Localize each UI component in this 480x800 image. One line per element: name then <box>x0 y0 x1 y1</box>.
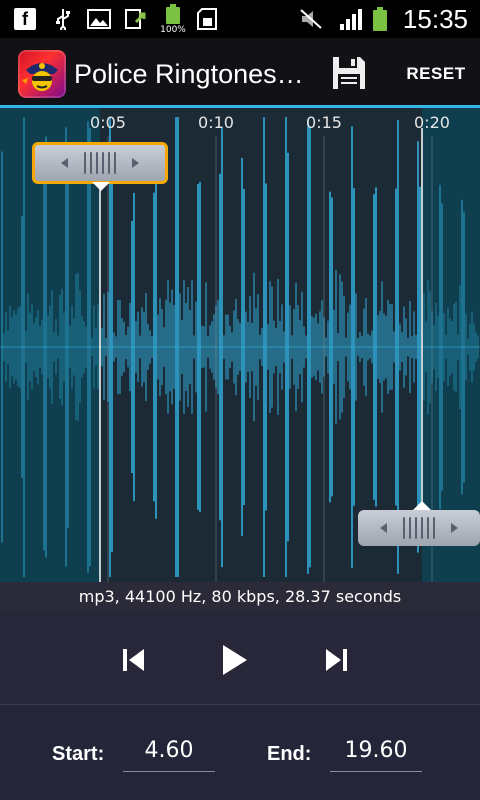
battery-full-icon: 100% <box>160 2 186 36</box>
end-label: End: <box>267 743 312 765</box>
skip-back-icon[interactable] <box>114 640 154 680</box>
sd-card-icon <box>196 8 218 30</box>
status-time: 15:35 <box>402 4 468 34</box>
save-icon[interactable] <box>330 54 368 92</box>
action-bar: Police Ringtones… RESET <box>0 38 480 108</box>
time-label: 0:20 <box>414 113 450 132</box>
skip-forward-icon[interactable] <box>316 640 356 680</box>
battery-icon <box>372 7 388 31</box>
time-label: 0:10 <box>198 113 234 132</box>
time-label: 0:15 <box>306 113 342 132</box>
start-marker-pointer-icon <box>92 182 110 191</box>
app-logo-icon[interactable] <box>18 50 66 98</box>
signal-icon <box>338 8 366 30</box>
facebook-icon: f <box>14 8 36 30</box>
file-info-text: mp3, 44100 Hz, 80 kbps, 28.37 seconds <box>78 587 402 606</box>
end-marker-handle[interactable] <box>358 510 480 546</box>
battery-badge-text: 100% <box>160 24 186 35</box>
status-bar: f 100% 15:35 <box>0 0 480 38</box>
time-label: 0:05 <box>90 113 126 132</box>
end-marker-pointer-icon <box>413 501 431 510</box>
start-time-input[interactable]: 4.60 <box>123 735 215 772</box>
start-label: Start: <box>52 743 105 765</box>
drag-grip-icon <box>380 517 458 539</box>
play-icon[interactable] <box>214 640 254 680</box>
usb-icon <box>52 8 74 30</box>
app-title: Police Ringtones… <box>74 59 304 89</box>
mute-icon <box>298 8 324 30</box>
start-marker-handle[interactable] <box>32 142 168 184</box>
end-time-input[interactable]: 19.60 <box>330 735 422 772</box>
picture-icon <box>86 8 112 30</box>
selection-fields: Start: 4.60 End: 19.60 <box>0 705 480 800</box>
transport-controls <box>0 612 480 704</box>
download-icon <box>124 8 146 30</box>
reset-button[interactable]: RESET <box>398 58 474 90</box>
drag-grip-icon <box>61 152 139 174</box>
